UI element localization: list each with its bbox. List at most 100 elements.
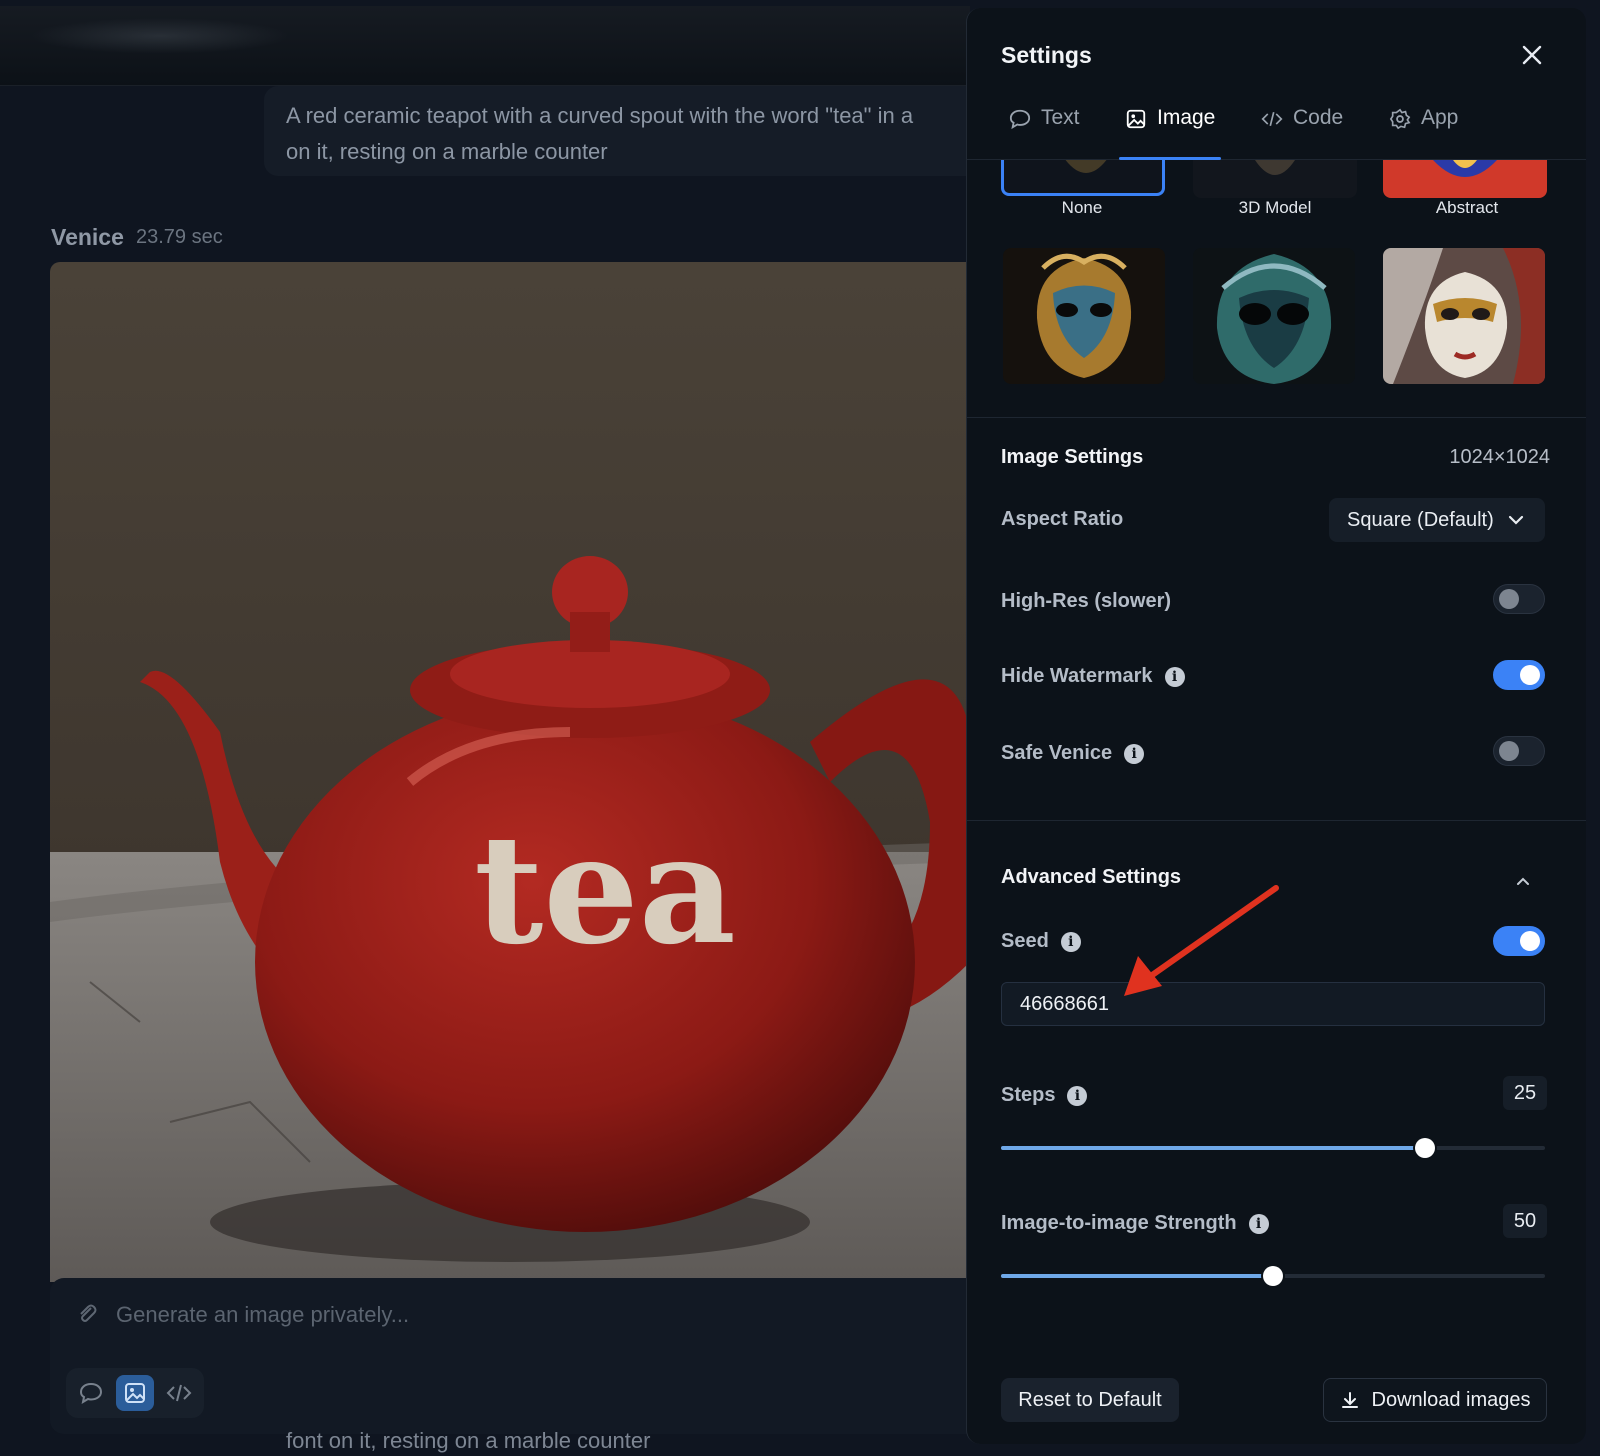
mode-switcher bbox=[66, 1368, 204, 1418]
user-prompt-line-1: A red ceramic teapot with a curved spout… bbox=[286, 103, 914, 128]
image-icon bbox=[125, 1383, 145, 1403]
close-button[interactable] bbox=[1519, 42, 1545, 68]
collapse-advanced-button[interactable] bbox=[1513, 872, 1533, 892]
chevron-up-icon bbox=[1517, 877, 1529, 885]
close-icon bbox=[1522, 45, 1542, 65]
mask-thumbnail bbox=[1003, 248, 1165, 384]
download-images-button[interactable]: Download images bbox=[1323, 1378, 1547, 1422]
text-mode-button[interactable] bbox=[72, 1375, 110, 1411]
tab-image-label: Image bbox=[1157, 106, 1216, 129]
aspect-ratio-label-text: Aspect Ratio bbox=[1001, 508, 1124, 530]
mask-thumbnail bbox=[1383, 248, 1545, 384]
gear-icon bbox=[1389, 108, 1411, 130]
code-icon bbox=[1261, 112, 1283, 126]
slider-thumb[interactable] bbox=[1415, 1138, 1436, 1158]
strength-value[interactable]: 50 bbox=[1503, 1204, 1547, 1238]
download-images-label: Download images bbox=[1371, 1388, 1531, 1411]
resolution-value: 1024×1024 bbox=[1449, 446, 1550, 468]
repeated-prompt-text: font on it, resting on a marble counter bbox=[286, 1428, 651, 1453]
style-tile-mask-alien[interactable] bbox=[1193, 248, 1355, 384]
settings-tabs: Text Image Code App bbox=[967, 88, 1586, 160]
tab-text-label: Text bbox=[1041, 106, 1080, 129]
slider-thumb[interactable] bbox=[1263, 1266, 1283, 1286]
style-tile-3d-model[interactable] bbox=[1193, 160, 1357, 198]
tab-app[interactable]: App bbox=[1389, 106, 1458, 160]
info-icon[interactable]: i bbox=[1060, 931, 1081, 952]
teapot-image: tea bbox=[50, 262, 970, 1282]
teapot-word: tea bbox=[474, 802, 736, 978]
toggle-knob bbox=[1499, 741, 1519, 761]
style-label-none: None bbox=[1061, 198, 1103, 217]
paperclip-icon[interactable] bbox=[76, 1302, 98, 1326]
assistant-name: Venice bbox=[51, 224, 124, 250]
steps-slider[interactable] bbox=[1001, 1138, 1545, 1158]
style-tile-mask-gold[interactable] bbox=[1003, 248, 1165, 384]
safe-venice-row: Safe Venice i bbox=[1001, 742, 1145, 765]
info-icon[interactable]: i bbox=[1067, 1085, 1088, 1106]
advanced-settings-title: Advanced Settings bbox=[1001, 866, 1182, 888]
strength-label: Image-to-image Strength bbox=[1001, 1212, 1237, 1234]
high-res-label: High-Res (slower) bbox=[1001, 590, 1172, 612]
aspect-ratio-label: Aspect Ratio bbox=[1001, 508, 1123, 531]
toggle-knob bbox=[1520, 931, 1540, 951]
high-res-toggle[interactable] bbox=[1493, 584, 1545, 614]
code-mode-button[interactable] bbox=[160, 1375, 198, 1411]
image-settings-title: Image Settings bbox=[1001, 446, 1144, 468]
toggle-knob bbox=[1499, 589, 1519, 609]
steps-row: Steps i bbox=[1001, 1084, 1088, 1107]
seed-label: Seed bbox=[1001, 930, 1049, 952]
chat-bubble-icon bbox=[79, 1382, 103, 1404]
steps-value[interactable]: 25 bbox=[1503, 1076, 1547, 1110]
response-time: 23.79 sec bbox=[136, 226, 223, 248]
strength-slider[interactable] bbox=[1001, 1266, 1545, 1286]
blurred-title bbox=[30, 18, 290, 54]
aspect-ratio-select[interactable]: Square (Default) bbox=[1329, 498, 1545, 542]
safe-venice-label: Safe Venice bbox=[1001, 742, 1113, 764]
high-res-row: High-Res (slower) bbox=[1001, 590, 1171, 613]
settings-title: Settings bbox=[1001, 42, 1092, 68]
toggle-knob bbox=[1520, 665, 1540, 685]
tab-code[interactable]: Code bbox=[1261, 106, 1343, 160]
tab-text[interactable]: Text bbox=[1009, 106, 1080, 160]
seed-input[interactable] bbox=[1001, 982, 1545, 1026]
chat-bubble-icon bbox=[1009, 109, 1031, 130]
tab-image[interactable]: Image bbox=[1118, 106, 1222, 160]
style-tile-mask-carnival[interactable] bbox=[1383, 248, 1545, 384]
image-icon bbox=[1126, 109, 1146, 129]
download-icon bbox=[1341, 1392, 1358, 1408]
composer: Generate an image privately... bbox=[50, 1278, 970, 1434]
hide-watermark-label: Hide Watermark bbox=[1001, 665, 1153, 687]
seed-row: Seed i bbox=[1001, 930, 1081, 953]
section-divider bbox=[967, 820, 1586, 821]
hide-watermark-toggle[interactable] bbox=[1493, 660, 1545, 690]
info-icon[interactable]: i bbox=[1124, 743, 1145, 764]
user-prompt-bubble: A red ceramic teapot with a curved spout… bbox=[264, 86, 984, 176]
info-icon[interactable]: i bbox=[1164, 666, 1185, 687]
seed-toggle[interactable] bbox=[1493, 926, 1545, 956]
reset-to-default-button[interactable]: Reset to Default bbox=[1001, 1378, 1179, 1422]
info-icon[interactable]: i bbox=[1248, 1213, 1269, 1234]
mask-thumbnail bbox=[1193, 248, 1355, 384]
chevron-down-icon bbox=[1508, 515, 1523, 525]
image-mode-button[interactable] bbox=[116, 1375, 154, 1411]
generated-image[interactable]: tea bbox=[50, 262, 970, 1282]
steps-label: Steps bbox=[1001, 1084, 1056, 1106]
hide-watermark-row: Hide Watermark i bbox=[1001, 665, 1185, 688]
style-label-abstract: Abstract bbox=[1435, 198, 1499, 217]
code-icon bbox=[166, 1384, 192, 1402]
strength-row: Image-to-image Strength i bbox=[1001, 1212, 1269, 1235]
slider-fill bbox=[1001, 1274, 1273, 1278]
settings-panel: Settings Text Image Code App None 3D Mod… bbox=[966, 8, 1586, 1444]
slider-fill bbox=[1001, 1146, 1426, 1150]
style-tile-none[interactable] bbox=[1001, 160, 1165, 196]
chat-top-bar bbox=[0, 6, 970, 86]
composer-input[interactable]: Generate an image privately... bbox=[116, 1302, 409, 1328]
safe-venice-toggle[interactable] bbox=[1493, 736, 1545, 766]
style-tile-abstract[interactable] bbox=[1383, 160, 1547, 198]
user-prompt-line-2: on it, resting on a marble counter bbox=[286, 139, 608, 164]
tab-code-label: Code bbox=[1293, 106, 1344, 129]
style-presets: None 3D Model Abstract bbox=[967, 160, 1586, 418]
tab-app-label: App bbox=[1421, 106, 1459, 129]
aspect-ratio-value: Square (Default) bbox=[1347, 508, 1494, 531]
style-label-3d-model: 3D Model bbox=[1238, 198, 1312, 217]
